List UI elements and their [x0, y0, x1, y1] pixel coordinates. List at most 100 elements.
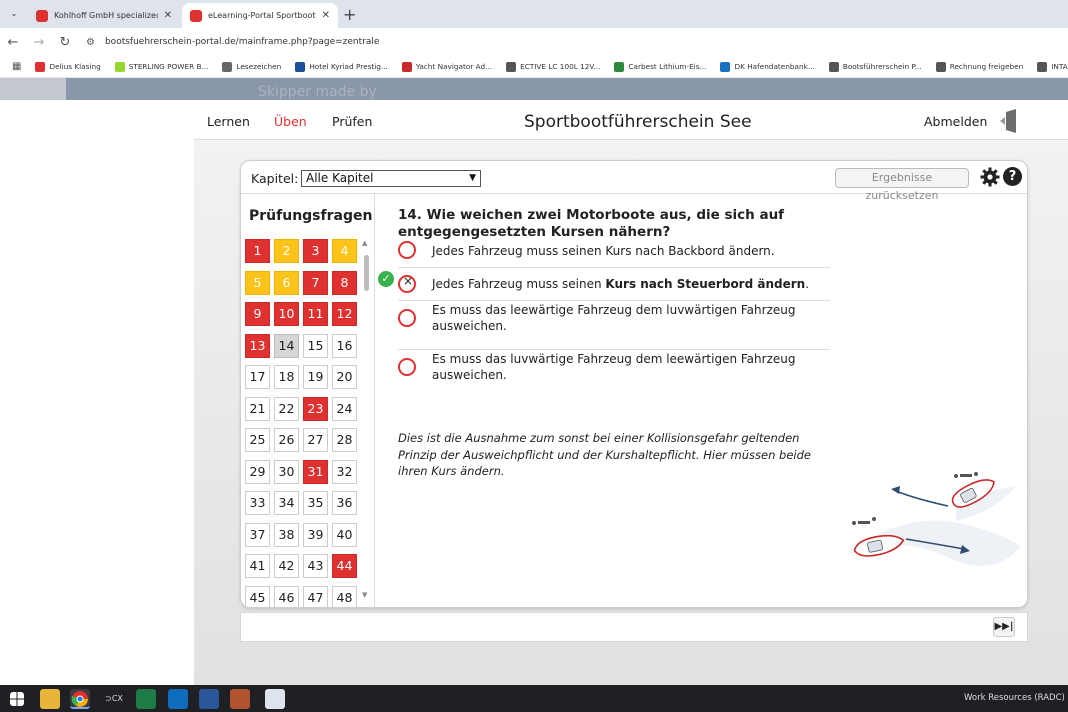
question-number-cell[interactable]: 6	[274, 270, 299, 295]
question-number-cell[interactable]: 4	[332, 239, 357, 263]
question-number-cell[interactable]: 2	[274, 239, 299, 263]
bookmark-item[interactable]: Yacht Navigator Ad...	[401, 61, 492, 72]
question-number-cell[interactable]: 23	[303, 396, 328, 421]
question-number-cell[interactable]: 19	[303, 365, 328, 389]
question-number-cell[interactable]: 1	[245, 239, 270, 263]
question-number-cell[interactable]: 25	[245, 428, 270, 452]
bookmark-item[interactable]: ECTIVE LC 100L 12V...	[506, 61, 600, 72]
question-number-cell[interactable]: 15	[303, 333, 328, 358]
new-tab-plus-icon[interactable]: +	[343, 5, 356, 24]
site-info-icon[interactable]: ⚙	[86, 37, 95, 48]
app-icon-orange[interactable]	[230, 689, 250, 709]
browser-tab[interactable]: Kohlhoff GmbH specialized in ✕	[28, 3, 180, 28]
question-number-cell[interactable]: 40	[332, 522, 357, 547]
close-tab-icon[interactable]: ✕	[164, 10, 172, 21]
question-number-cell[interactable]: 18	[274, 365, 299, 389]
answer-option-selected[interactable]: Jedes Fahrzeug muss seinen Kurs nach Ste…	[398, 268, 830, 301]
question-number-cell[interactable]: 31	[303, 459, 328, 484]
word-icon[interactable]	[199, 689, 219, 709]
help-icon[interactable]: ?	[1003, 167, 1022, 186]
question-number-cell[interactable]: 38	[274, 522, 299, 547]
tab-search-chevron-icon[interactable]: ⌄	[6, 6, 22, 22]
windows-start-icon[interactable]	[10, 692, 24, 706]
app-icon[interactable]: ⊃CX	[104, 689, 124, 709]
back-arrow-icon[interactable]: ←	[0, 35, 26, 50]
question-number-cell[interactable]: 46	[274, 585, 299, 607]
answer-radio[interactable]	[398, 241, 416, 259]
question-number-cell[interactable]: 26	[274, 428, 299, 452]
bookmark-item[interactable]: STERLING POWER B...	[114, 61, 208, 72]
bookmark-item[interactable]: INTACT AGM-Pow	[1037, 61, 1068, 72]
question-number-cell[interactable]: 35	[303, 491, 328, 515]
answer-option[interactable]: Es muss das luvwärtige Fahrzeug dem leew…	[398, 350, 830, 400]
answer-radio[interactable]	[398, 309, 416, 327]
question-number-cell[interactable]: 37	[245, 522, 270, 547]
excel-icon[interactable]	[136, 689, 156, 709]
question-number-cell[interactable]: 5	[245, 270, 270, 295]
nav-ueben[interactable]: Üben	[274, 114, 307, 129]
question-number-cell[interactable]: 43	[303, 554, 328, 578]
apps-grid-icon[interactable]: ▦	[12, 61, 21, 72]
question-number-cell[interactable]: 3	[303, 239, 328, 263]
question-number-cell[interactable]: 33	[245, 491, 270, 515]
kapitel-select[interactable]: Alle Kapitel ▼	[301, 170, 481, 187]
question-number-cell[interactable]: 44	[332, 554, 357, 578]
answer-option[interactable]: Es muss das leewärtige Fahrzeug dem luvw…	[398, 301, 830, 350]
question-number-cell[interactable]: 41	[245, 554, 270, 578]
reload-icon[interactable]: ↻	[52, 35, 78, 50]
question-number-cell[interactable]: 28	[332, 428, 357, 452]
bookmark-item[interactable]: Carbest Lithium-Eis...	[614, 61, 706, 72]
question-number-cell[interactable]: 13	[245, 333, 270, 358]
question-number-cell[interactable]: 36	[332, 491, 357, 515]
question-number-cell[interactable]: 27	[303, 428, 328, 452]
chrome-icon[interactable]	[70, 689, 90, 709]
question-number-cell[interactable]: 30	[274, 459, 299, 484]
question-number-cell[interactable]: 47	[303, 585, 328, 607]
bookmark-item[interactable]: Rechnung freigeben	[935, 61, 1023, 72]
scroll-down-icon[interactable]: ▼	[362, 591, 367, 599]
reset-results-button[interactable]: Ergebnisse zurücksetzen	[835, 168, 969, 202]
close-tab-icon[interactable]: ✕	[322, 10, 330, 21]
nav-pruefen[interactable]: Prüfen	[332, 114, 372, 129]
bookmark-item[interactable]: Lesezeichen	[222, 61, 281, 72]
outlook-icon[interactable]	[168, 689, 188, 709]
question-number-cell[interactable]: 45	[245, 585, 270, 607]
question-number-cell[interactable]: 24	[332, 396, 357, 421]
question-number-cell[interactable]: 9	[245, 302, 270, 326]
question-number-cell[interactable]: 7	[303, 270, 328, 295]
bookmark-item[interactable]: Bootsführerschein P...	[828, 61, 922, 72]
question-number-cell[interactable]: 21	[245, 396, 270, 421]
question-number-cell[interactable]: 10	[274, 302, 299, 326]
answer-radio[interactable]	[398, 358, 416, 376]
question-number-cell[interactable]: 32	[332, 459, 357, 484]
bookmark-item[interactable]: Hotel Kyriad Prestig...	[295, 61, 388, 72]
question-number-cell[interactable]: 42	[274, 554, 299, 578]
logout-link[interactable]: Abmelden	[924, 114, 987, 129]
question-number-cell[interactable]: 20	[332, 365, 357, 389]
browser-tab-active[interactable]: eLearning-Portal Sportbootführ ✕	[182, 3, 338, 28]
scrollbar[interactable]: ▲ ▼	[361, 239, 371, 599]
bookmark-item[interactable]: Delius Klasing	[35, 61, 101, 72]
app-icon-blue[interactable]	[265, 689, 285, 709]
question-number-cell[interactable]: 34	[274, 491, 299, 515]
file-explorer-icon[interactable]	[40, 689, 60, 709]
scroll-up-icon[interactable]: ▲	[362, 239, 367, 247]
question-number-cell[interactable]: 8	[332, 270, 357, 295]
nav-lernen[interactable]: Lernen	[207, 114, 250, 129]
question-number-cell[interactable]: 17	[245, 365, 270, 389]
bookmark-item[interactable]: DK Hafendatenbank...	[720, 61, 815, 72]
question-number-cell[interactable]: 22	[274, 396, 299, 421]
url-field[interactable]: bootsfuehrerschein-portal.de/mainframe.p…	[105, 37, 379, 47]
question-number-cell[interactable]: 48	[332, 585, 357, 607]
logout-door-icon[interactable]	[1000, 109, 1018, 133]
question-number-cell[interactable]: 12	[332, 302, 357, 326]
question-number-cell[interactable]: 14	[274, 333, 299, 358]
forward-arrow-icon[interactable]: →	[26, 35, 52, 50]
question-number-cell[interactable]: 16	[332, 333, 357, 358]
question-number-cell[interactable]: 39	[303, 522, 328, 547]
gear-icon[interactable]	[980, 167, 1000, 187]
answer-option[interactable]: Jedes Fahrzeug muss seinen Kurs nach Bac…	[398, 233, 830, 268]
question-number-cell[interactable]: 29	[245, 459, 270, 484]
question-number-cell[interactable]: 11	[303, 302, 328, 326]
scroll-thumb[interactable]	[364, 255, 369, 291]
